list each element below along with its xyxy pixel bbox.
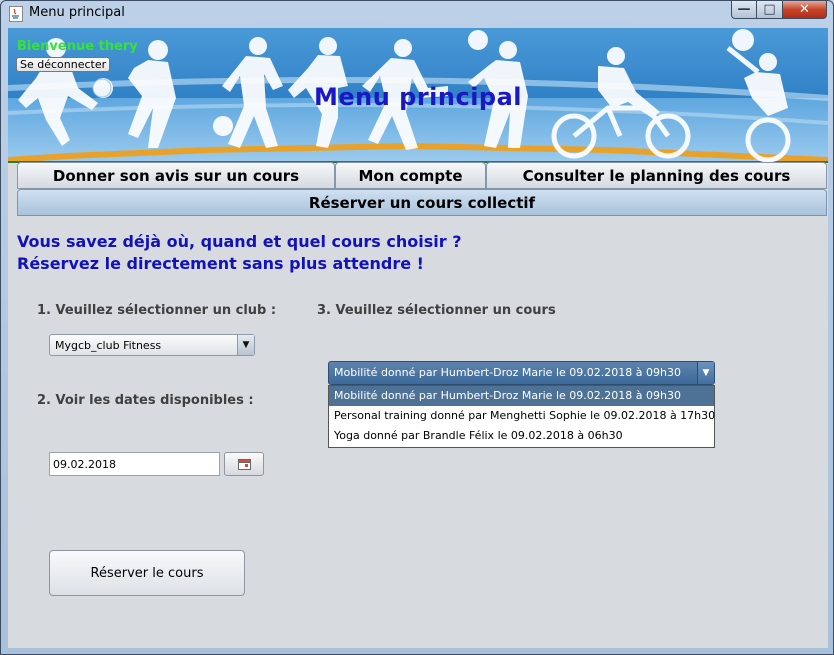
date-step-label: 2. Voir les dates disponibles : bbox=[37, 393, 254, 408]
tab-reserver-cours[interactable]: Réserver un cours collectif bbox=[17, 189, 827, 216]
welcome-text: Bienvenue thery bbox=[17, 39, 138, 54]
window-controls: — □ ✕ bbox=[731, 1, 827, 20]
tab-mon-compte[interactable]: Mon compte bbox=[335, 162, 486, 189]
intro-line-1: Vous savez déjà où, quand et quel cours … bbox=[17, 232, 462, 251]
chevron-down-icon: ▼ bbox=[702, 367, 710, 378]
tab-consulter-planning[interactable]: Consulter le planning des cours bbox=[486, 162, 827, 189]
intro-line-2: Réservez le directement sans plus attend… bbox=[17, 254, 424, 273]
course-option[interactable]: Mobilité donné par Humbert-Droz Marie le… bbox=[329, 386, 714, 406]
app-window: Menu principal — □ ✕ Bienvenue thery Se … bbox=[0, 0, 834, 655]
minimize-icon: — bbox=[737, 2, 751, 17]
date-input[interactable] bbox=[53, 456, 213, 472]
course-select-value: Mobilité donné par Humbert-Droz Marie le… bbox=[334, 366, 681, 379]
close-icon: ✕ bbox=[799, 2, 810, 17]
window-title: Menu principal bbox=[29, 5, 125, 20]
chevron-down-icon: ▼ bbox=[242, 339, 250, 350]
club-step-label: 1. Veuillez sélectionner un club : bbox=[37, 303, 277, 318]
course-option[interactable]: Yoga donné par Brandle Félix le 09.02.20… bbox=[329, 426, 714, 446]
maximize-button[interactable]: □ bbox=[757, 1, 783, 19]
client-area: Bienvenue thery Se déconnecter Menu prin… bbox=[8, 28, 828, 648]
calendar-button[interactable] bbox=[224, 452, 264, 476]
minimize-button[interactable]: — bbox=[731, 1, 757, 19]
course-select-arrow[interactable]: ▼ bbox=[697, 362, 714, 384]
course-option[interactable]: Personal training donné par Menghetti So… bbox=[329, 406, 715, 426]
java-app-icon bbox=[9, 6, 23, 22]
title-bar[interactable]: Menu principal — □ ✕ bbox=[1, 1, 833, 27]
page-title: Menu principal bbox=[313, 83, 523, 111]
club-select-value: Mygcb_club Fitness bbox=[55, 339, 162, 352]
maximize-icon: □ bbox=[763, 2, 776, 17]
course-select[interactable]: Mobilité donné par Humbert-Droz Marie le… bbox=[328, 361, 715, 385]
reserve-button[interactable]: Réserver le cours bbox=[49, 550, 245, 596]
club-select-arrow[interactable]: ▼ bbox=[237, 335, 254, 355]
course-step-label: 3. Veuillez sélectionner un cours bbox=[317, 303, 556, 318]
club-select[interactable]: Mygcb_club Fitness ▼ bbox=[49, 334, 255, 356]
calendar-icon bbox=[237, 458, 251, 470]
logout-button[interactable]: Se déconnecter bbox=[16, 57, 111, 72]
date-field[interactable] bbox=[49, 452, 220, 476]
tab-donner-avis[interactable]: Donner son avis sur un cours bbox=[17, 162, 335, 189]
header-banner: Bienvenue thery Se déconnecter Menu prin… bbox=[8, 28, 828, 163]
intro-text: Vous savez déjà où, quand et quel cours … bbox=[17, 231, 461, 275]
reservation-panel: Vous savez déjà où, quand et quel cours … bbox=[8, 217, 828, 648]
close-button[interactable]: ✕ bbox=[783, 1, 827, 19]
course-dropdown-list: Mobilité donné par Humbert-Droz Marie le… bbox=[328, 385, 715, 448]
